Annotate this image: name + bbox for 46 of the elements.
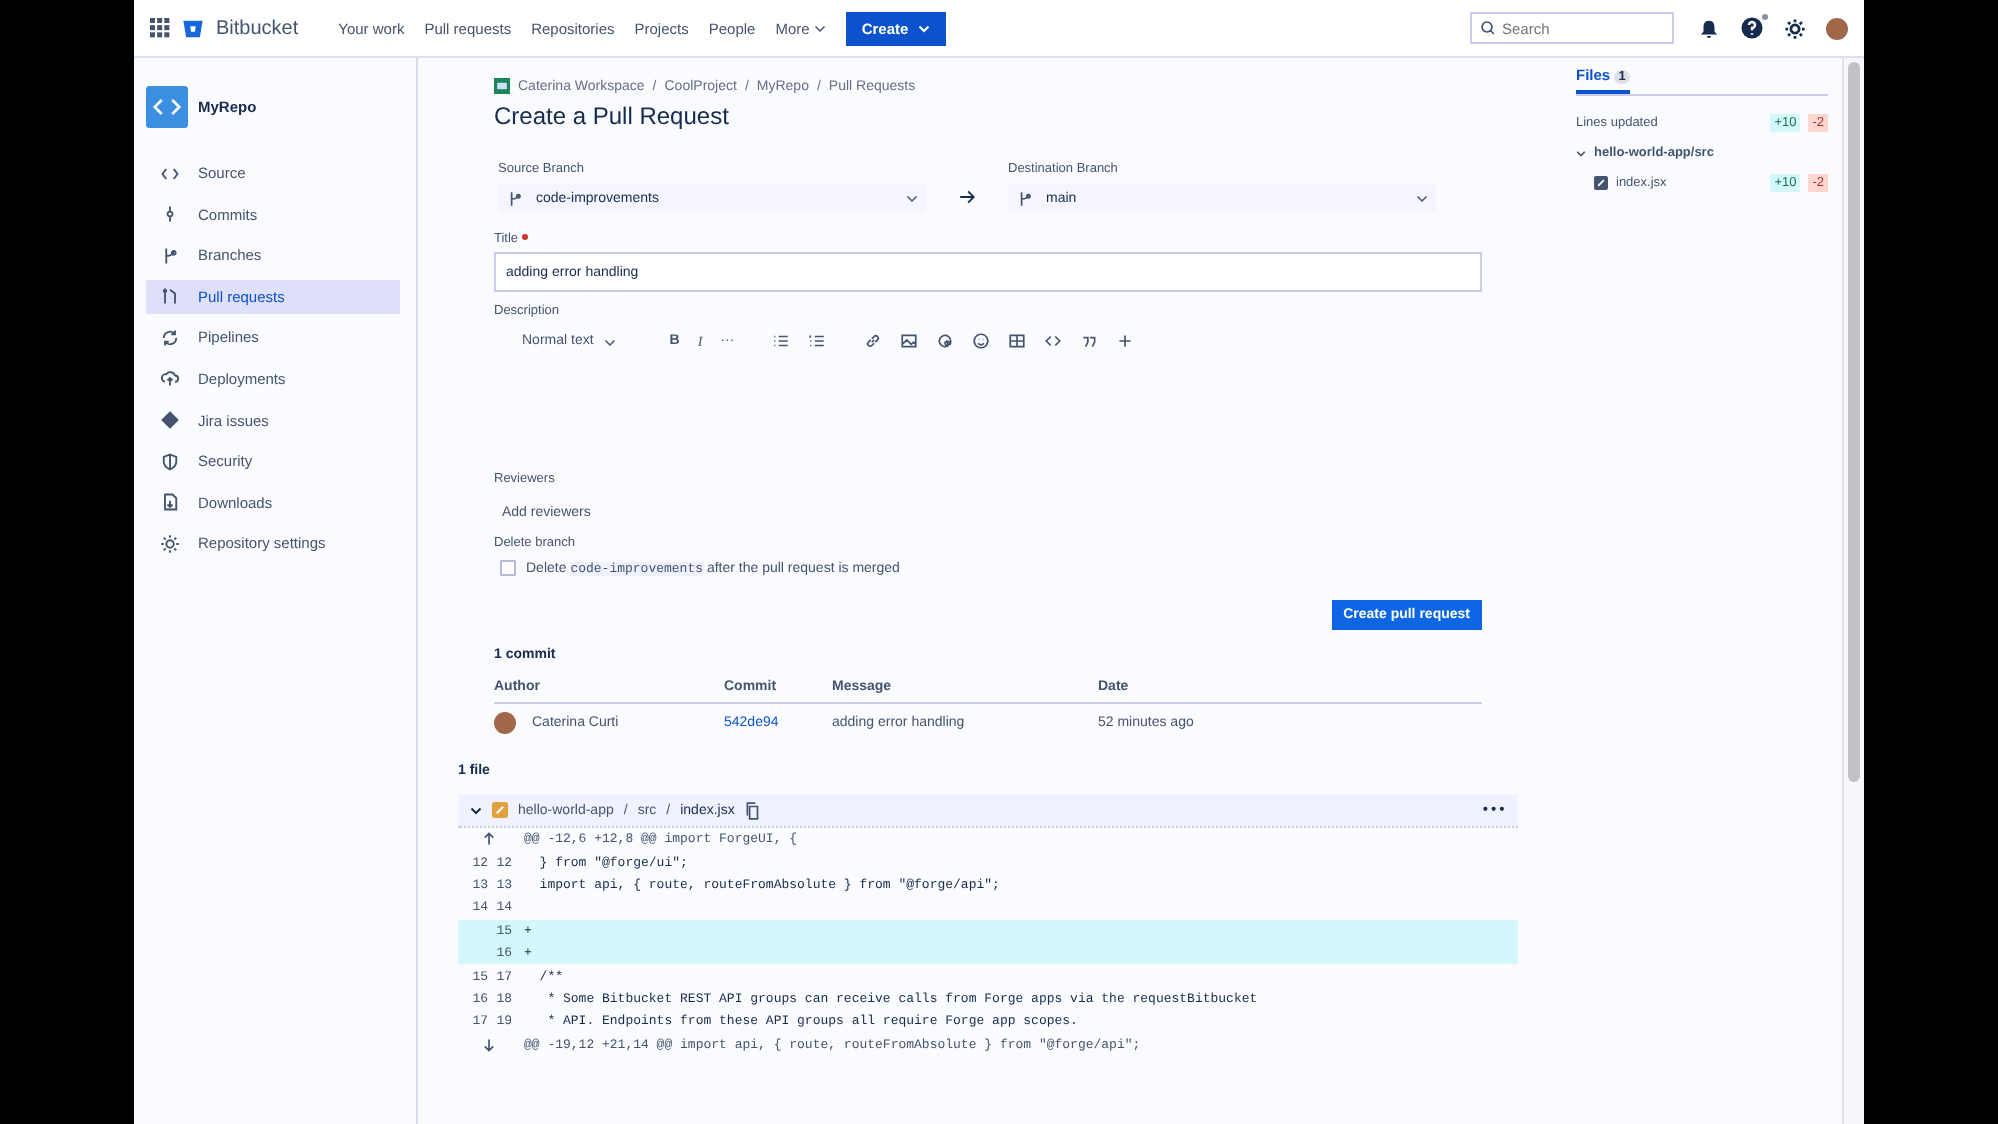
checkbox[interactable] bbox=[500, 560, 516, 576]
settings-icon[interactable] bbox=[1784, 17, 1806, 39]
help-icon[interactable] bbox=[1740, 16, 1764, 40]
branch-icon bbox=[160, 245, 180, 266]
bitbucket-logo-icon bbox=[182, 17, 204, 39]
product-name[interactable]: Bitbucket bbox=[216, 17, 299, 39]
workspace-icon bbox=[494, 78, 510, 94]
table-icon[interactable] bbox=[1008, 332, 1027, 350]
caret-icon bbox=[1416, 192, 1428, 204]
link-icon[interactable] bbox=[864, 332, 883, 350]
insert-icon[interactable] bbox=[1116, 332, 1135, 350]
caret-icon bbox=[906, 192, 918, 204]
modified-file-icon bbox=[492, 802, 508, 818]
caret-icon bbox=[603, 335, 616, 347]
repository-icon bbox=[146, 86, 188, 128]
emoji-icon[interactable] bbox=[972, 332, 991, 350]
download-file-icon bbox=[160, 492, 180, 513]
user-avatar[interactable] bbox=[1826, 17, 1848, 39]
notification-icon[interactable] bbox=[1698, 17, 1720, 39]
modified-file-icon bbox=[1594, 176, 1608, 190]
bullet-list-icon[interactable] bbox=[772, 332, 791, 350]
branch-icon bbox=[1016, 189, 1034, 207]
copy-icon[interactable] bbox=[744, 801, 763, 819]
pipeline-icon bbox=[160, 327, 180, 348]
branch-icon bbox=[506, 189, 524, 207]
quote-icon[interactable] bbox=[1080, 332, 1099, 350]
image-icon[interactable] bbox=[900, 332, 919, 350]
app-switcher-icon[interactable] bbox=[150, 18, 170, 38]
caret-icon bbox=[918, 22, 931, 34]
arrow-down-icon[interactable] bbox=[481, 1037, 495, 1052]
shield-icon bbox=[160, 451, 180, 472]
numbered-list-icon[interactable] bbox=[808, 332, 827, 350]
arrow-right-icon bbox=[958, 188, 976, 206]
code-icon bbox=[160, 163, 180, 183]
page-title: Create a Pull Request bbox=[494, 102, 729, 130]
caret-icon bbox=[813, 22, 826, 34]
chevron-down-icon[interactable] bbox=[470, 804, 482, 816]
diamond-icon bbox=[160, 410, 180, 431]
search-icon bbox=[1480, 20, 1496, 36]
pull-request-icon bbox=[160, 286, 180, 307]
settings-icon bbox=[160, 533, 180, 554]
cloud-upload-icon bbox=[160, 368, 180, 389]
code-icon[interactable] bbox=[1044, 332, 1063, 350]
arrow-up-icon[interactable] bbox=[481, 832, 495, 847]
chevron-down-icon[interactable] bbox=[1576, 148, 1586, 158]
author-avatar bbox=[494, 712, 516, 734]
